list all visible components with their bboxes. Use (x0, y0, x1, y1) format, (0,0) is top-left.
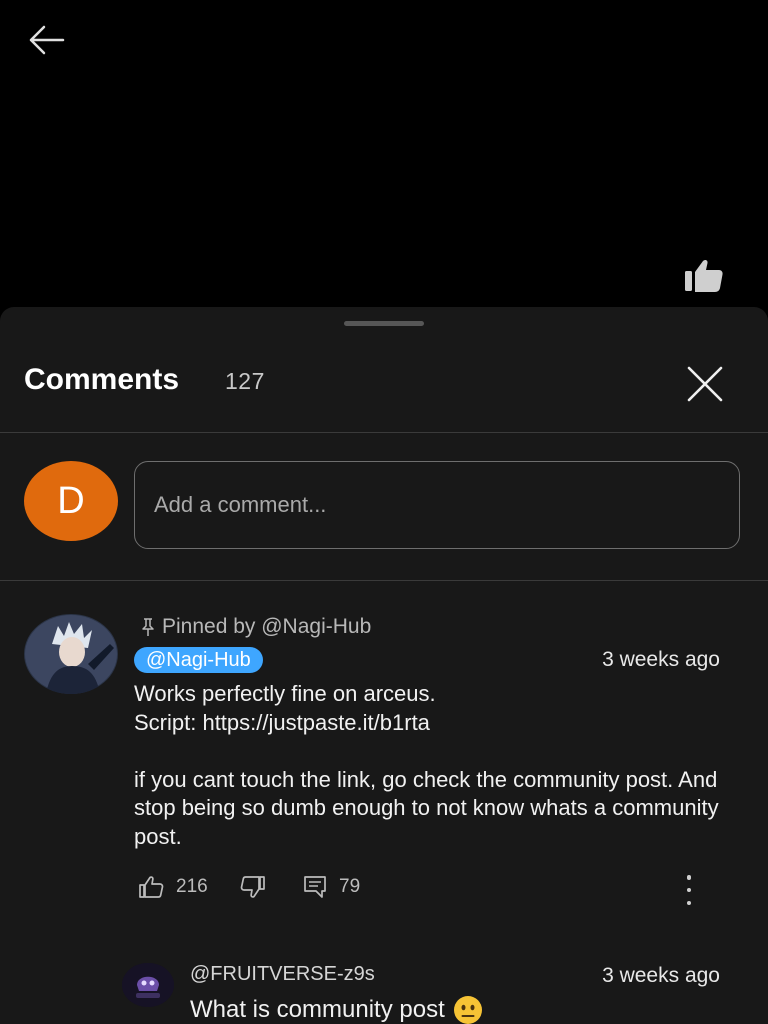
pinned-indicator: Pinned by @Nagi-Hub (138, 615, 371, 639)
like-count: 216 (176, 876, 208, 897)
comment-count: 127 (225, 368, 265, 394)
comment-timestamp: 3 weeks ago (602, 648, 720, 671)
pinned-label: Pinned by @Nagi-Hub (162, 615, 372, 638)
reply-button[interactable]: 79 (303, 875, 360, 899)
close-icon[interactable] (684, 363, 726, 405)
more-options-icon[interactable] (682, 875, 696, 905)
reply-text-row: What is community post (190, 995, 483, 1024)
comment-author-chip[interactable]: @Nagi-Hub (134, 647, 263, 673)
add-comment-input[interactable] (134, 461, 740, 549)
thumbs-down-icon (240, 876, 265, 898)
like-button[interactable]: 216 (138, 875, 208, 899)
reply-timestamp: 3 weeks ago (602, 964, 720, 987)
avatar-image (122, 963, 174, 1007)
avatar-image (24, 614, 118, 694)
like-icon[interactable] (683, 258, 725, 294)
reply-count: 79 (339, 876, 361, 897)
pin-icon (142, 618, 154, 636)
thumbs-up-icon (139, 876, 164, 898)
dislike-button[interactable] (240, 875, 266, 899)
comments-sheet: Comments 127 D Pinned by @Nagi-Hub @Nagi… (0, 307, 768, 1024)
comment-text: Works perfectly fine on arceus. Script: … (134, 681, 719, 849)
neutral-face-emoji-icon (453, 996, 482, 1024)
back-arrow-icon[interactable] (26, 22, 66, 58)
reply-text: What is community post (190, 996, 445, 1023)
reply-author-avatar[interactable] (122, 963, 174, 1007)
sheet-title: Comments (24, 363, 180, 396)
divider (0, 580, 768, 581)
user-avatar: D (24, 461, 118, 541)
comment-author-avatar[interactable] (24, 614, 118, 694)
divider (0, 432, 768, 433)
comment-icon (304, 876, 326, 898)
drag-handle[interactable] (344, 321, 424, 326)
reply-author[interactable]: @FRUITVERSE-z9s (190, 963, 375, 986)
